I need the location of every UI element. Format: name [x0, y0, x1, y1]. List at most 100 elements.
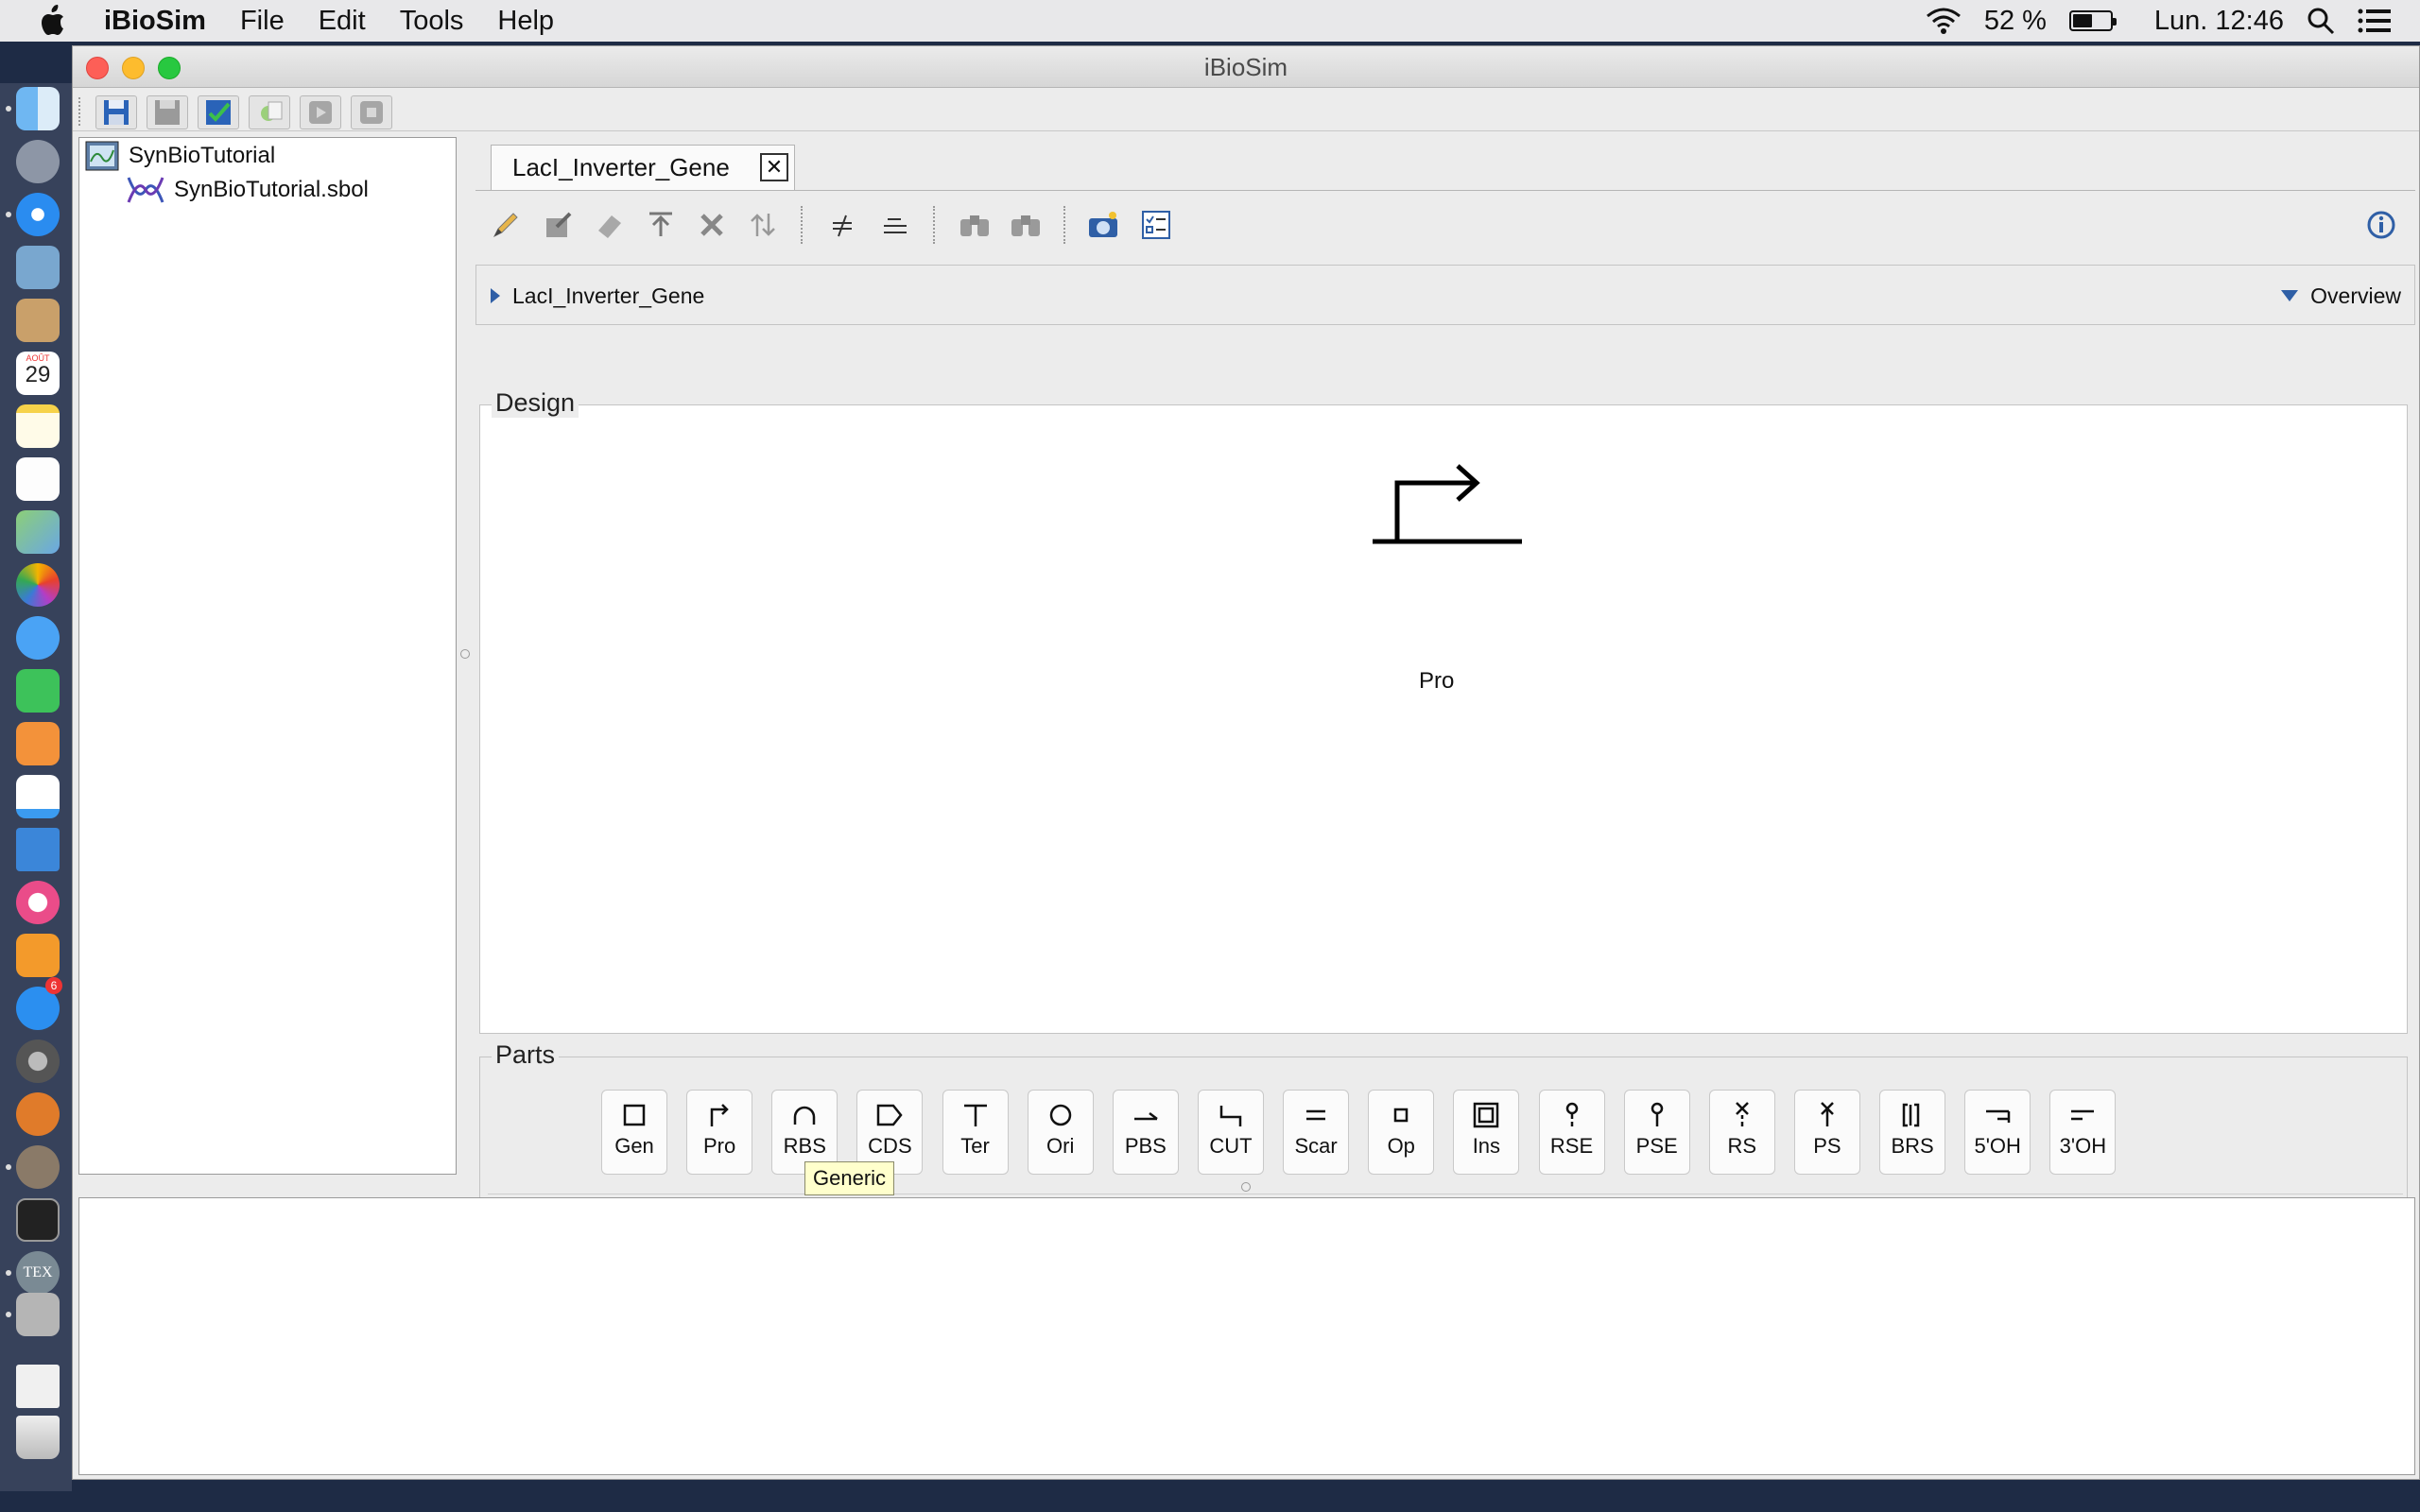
- tree-item-project[interactable]: SynBioTutorial: [85, 140, 275, 172]
- battery-icon[interactable]: [2068, 10, 2117, 31]
- horizontal-splitter-handle[interactable]: [1241, 1182, 1251, 1192]
- menu-help[interactable]: Help: [497, 6, 554, 37]
- part-button-brs[interactable]: BRS: [1879, 1090, 1946, 1175]
- part-button-pro[interactable]: Pro: [686, 1090, 753, 1175]
- menu-tools[interactable]: Tools: [400, 6, 464, 37]
- maps-icon[interactable]: [16, 510, 60, 554]
- part-button-pse[interactable]: PSE: [1623, 1090, 1690, 1175]
- part-button-gen[interactable]: Gen: [601, 1090, 667, 1175]
- part-button-cut[interactable]: CUT: [1197, 1090, 1264, 1175]
- ps-glyph-icon: [1821, 1102, 1834, 1126]
- trash-icon[interactable]: [16, 1416, 60, 1459]
- numbers-icon[interactable]: [16, 775, 60, 818]
- align-lines-button[interactable]: [878, 208, 912, 242]
- notes-icon[interactable]: [16, 404, 60, 448]
- find-button[interactable]: [958, 208, 992, 242]
- safari-icon[interactable]: [16, 193, 60, 236]
- launchpad-icon[interactable]: [16, 140, 60, 183]
- edit-part-button[interactable]: [489, 208, 523, 242]
- part-button-op[interactable]: Op: [1368, 1090, 1435, 1175]
- console-panel[interactable]: [78, 1197, 2415, 1475]
- wifi-icon[interactable]: [1926, 7, 1962, 35]
- contacts-icon[interactable]: [16, 299, 60, 342]
- itunes-icon[interactable]: [16, 881, 60, 924]
- menu-edit[interactable]: Edit: [319, 6, 366, 37]
- java-app-icon[interactable]: [16, 1092, 60, 1136]
- part-button-pbs[interactable]: PBS: [1112, 1090, 1179, 1175]
- design-title: Design: [492, 388, 579, 418]
- tex-shop-icon[interactable]: TEX: [16, 1251, 60, 1295]
- macos-menu-bar: iBioSim File Edit Tools Help 52 % Lun. 1…: [0, 0, 2420, 42]
- project-folder-icon: [85, 141, 119, 171]
- tex-label: TEX: [23, 1264, 53, 1280]
- part-button-scar[interactable]: Scar: [1283, 1090, 1350, 1175]
- 3oh-glyph-icon: [2071, 1109, 2095, 1121]
- part-button-ter[interactable]: Ter: [942, 1090, 1009, 1175]
- delete-part-button[interactable]: [695, 208, 729, 242]
- scar-glyph-icon: [1306, 1109, 1326, 1121]
- toolbar-grip[interactable]: [78, 97, 84, 126]
- tree-item-sbol-file[interactable]: SynBioTutorial.sbol: [127, 174, 369, 206]
- stop-button[interactable]: [351, 95, 392, 129]
- info-button[interactable]: [2364, 208, 2398, 242]
- preview-icon[interactable]: [16, 246, 60, 289]
- apple-logo-icon[interactable]: [38, 5, 66, 37]
- pages-icon[interactable]: [16, 722, 60, 765]
- run-button[interactable]: [300, 95, 341, 129]
- part-button-3oh[interactable]: 3'OH: [2049, 1090, 2117, 1175]
- calendar-icon[interactable]: AOÛT 29: [16, 352, 60, 395]
- finder-icon[interactable]: [16, 87, 60, 130]
- menu-clock[interactable]: Lun. 12:46: [2154, 6, 2284, 37]
- save-and-check-button[interactable]: [198, 95, 239, 129]
- part-button-label: PS: [1813, 1134, 1841, 1158]
- part-button-ins[interactable]: Ins: [1453, 1090, 1520, 1175]
- strike-sequence-button[interactable]: [825, 208, 859, 242]
- terminal-icon[interactable]: [16, 1198, 60, 1242]
- notification-center-icon[interactable]: [2358, 8, 2392, 34]
- vertical-splitter-handle[interactable]: [460, 649, 470, 659]
- menu-file[interactable]: File: [240, 6, 285, 37]
- app-menu[interactable]: iBioSim: [104, 6, 206, 37]
- part-button-label: Ter: [960, 1134, 990, 1158]
- minimize-window-button[interactable]: [122, 57, 145, 79]
- part-button-ori[interactable]: Ori: [1027, 1090, 1094, 1175]
- save-as-button[interactable]: [147, 95, 188, 129]
- close-window-button[interactable]: [86, 57, 109, 79]
- facetime-icon[interactable]: [16, 669, 60, 713]
- toolbar-separator: [933, 206, 935, 244]
- photos-icon[interactable]: [16, 563, 60, 607]
- settings-button[interactable]: [1139, 208, 1173, 242]
- tab-laci-inverter-gene[interactable]: LacI_Inverter_Gene ✕: [491, 145, 795, 190]
- edit-canvas-button[interactable]: [542, 208, 576, 242]
- reminders-icon[interactable]: [16, 457, 60, 501]
- system-preferences-icon[interactable]: [16, 1040, 60, 1083]
- eraser-button[interactable]: [593, 208, 627, 242]
- part-button-rse[interactable]: RSE: [1538, 1090, 1605, 1175]
- move-to-top-button[interactable]: [644, 208, 678, 242]
- gen-glyph-icon: [623, 1104, 646, 1126]
- stacked-lines-icon: [884, 218, 907, 233]
- overview-selector[interactable]: Overview: [2280, 266, 2401, 326]
- ibiosim-dock-icon[interactable]: [16, 1293, 60, 1336]
- find-next-button[interactable]: [1009, 208, 1043, 242]
- ibooks-icon[interactable]: [16, 934, 60, 977]
- part-button-5oh[interactable]: 5'OH: [1964, 1090, 2031, 1175]
- breadcrumb[interactable]: LacI_Inverter_Gene: [490, 266, 704, 326]
- snapshot-button[interactable]: [1086, 208, 1120, 242]
- save-button[interactable]: [95, 95, 137, 129]
- keynote-icon[interactable]: [16, 828, 60, 871]
- zoom-window-button[interactable]: [158, 57, 181, 79]
- spotlight-search-icon[interactable]: [2307, 7, 2335, 35]
- promoter-glyph[interactable]: [1371, 455, 1526, 558]
- flip-part-button[interactable]: [746, 208, 780, 242]
- gimp-icon[interactable]: [16, 1145, 60, 1189]
- running-indicator: [6, 1312, 11, 1317]
- document-stack-icon[interactable]: [16, 1365, 60, 1408]
- messages-icon[interactable]: [16, 616, 60, 660]
- running-indicator: [6, 1164, 11, 1170]
- part-button-ps[interactable]: PS: [1793, 1090, 1860, 1175]
- window-titlebar[interactable]: iBioSim: [73, 46, 2419, 88]
- tab-close-icon[interactable]: ✕: [760, 153, 788, 181]
- part-button-rs[interactable]: RS: [1708, 1090, 1775, 1175]
- check-button[interactable]: [249, 95, 290, 129]
